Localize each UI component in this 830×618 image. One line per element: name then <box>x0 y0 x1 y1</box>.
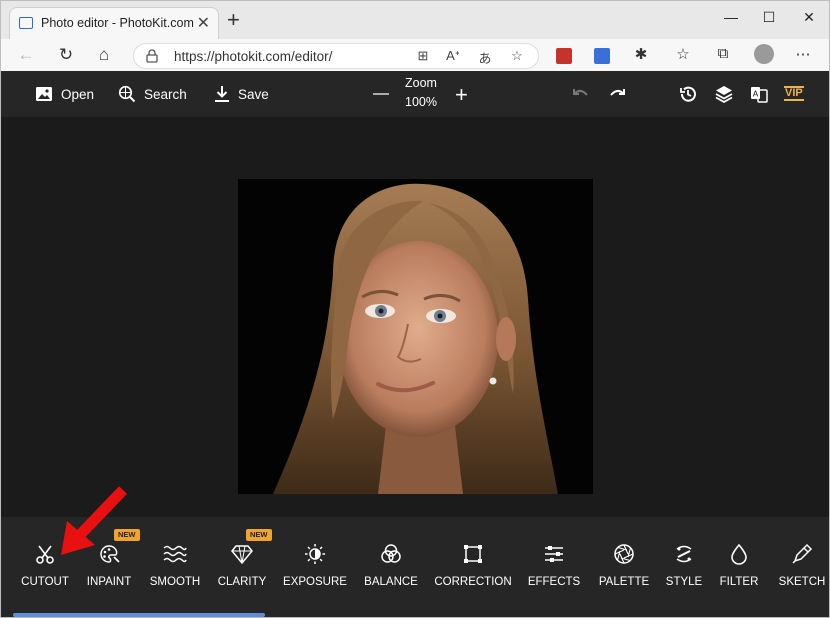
minimize-button[interactable]: — <box>721 9 741 25</box>
download-icon <box>215 86 229 102</box>
tool-label: PALETTE <box>598 576 650 588</box>
collections-icon[interactable]: ⧉ <box>713 45 733 62</box>
tool-label: BALANCE <box>364 576 418 588</box>
editor-canvas <box>1 117 829 517</box>
open-button[interactable]: Open <box>35 71 94 117</box>
zoom-value: 100% <box>405 95 437 109</box>
crop-frame-icon <box>460 541 486 567</box>
browser-tab[interactable]: Photo editor - PhotoKit.com ✕ <box>9 7 219 39</box>
zoom-label: Zoom <box>405 76 437 90</box>
tool-cutout[interactable]: CUTOUT <box>21 541 69 593</box>
tool-label: CORRECTION <box>434 576 512 588</box>
tool-sketch[interactable]: SKETCH <box>777 541 827 593</box>
tool-label: EXPOSURE <box>283 576 347 588</box>
portrait-image <box>238 179 593 494</box>
favicon-icon <box>19 17 33 29</box>
tool-label: SMOOTH <box>149 576 201 588</box>
search-button[interactable]: Search <box>118 71 187 117</box>
favorites-icon[interactable]: ☆ <box>673 45 693 63</box>
refresh-icon[interactable]: ↻ <box>55 44 77 66</box>
portrait-photo[interactable] <box>238 179 593 494</box>
zoom-control: Zoom 100% + <box>373 76 493 112</box>
drop-icon <box>726 541 752 567</box>
tool-style[interactable]: STYLE <box>665 541 703 593</box>
navigation-bar: ← ↻ ⌂ https://photokit.com/editor/ ⊞ Aᐩ … <box>1 39 829 71</box>
extension-red-icon[interactable] <box>556 48 572 64</box>
history-icon[interactable] <box>678 84 698 104</box>
aperture-icon <box>611 541 637 567</box>
back-arrow-icon[interactable]: ← <box>15 44 37 66</box>
circles-icon <box>378 541 404 567</box>
address-bar[interactable]: https://photokit.com/editor/ ⊞ Aᐩ あ ☆ <box>133 43 539 69</box>
new-tab-button[interactable]: + <box>227 9 240 31</box>
open-label: Open <box>61 86 95 102</box>
search-globe-icon <box>118 85 136 103</box>
add-favorite-icon[interactable]: ☆ <box>508 48 526 64</box>
scissors-icon <box>32 541 58 567</box>
read-aloud-icon[interactable]: Aᐩ <box>444 48 462 64</box>
vip-badge[interactable]: VIP <box>784 86 804 101</box>
save-label: Save <box>238 86 269 102</box>
tool-effects[interactable]: EFFECTS <box>528 541 580 593</box>
new-badge: NEW <box>114 529 140 541</box>
tool-label: INPAINT <box>86 576 132 588</box>
tool-label: CLARITY <box>217 576 267 588</box>
tool-smooth[interactable]: SMOOTH <box>150 541 200 593</box>
tool-filter[interactable]: FILTER <box>719 541 759 593</box>
layers-icon[interactable] <box>714 84 734 104</box>
zoom-out-button[interactable] <box>373 93 389 95</box>
language-icon[interactable]: A <box>749 84 769 104</box>
tab-close-icon[interactable]: ✕ <box>197 13 210 33</box>
maximize-button[interactable]: ☐ <box>759 9 779 26</box>
style-icon <box>671 541 697 567</box>
diamond-icon <box>229 541 255 567</box>
waves-icon <box>162 541 188 567</box>
pen-icon <box>789 541 815 567</box>
profile-avatar[interactable] <box>754 44 774 64</box>
tool-bar: NEW NEW CUTOUT INPAINT SMOOTH CLARITY EX… <box>1 517 829 617</box>
tool-exposure[interactable]: EXPOSURE <box>283 541 347 593</box>
app-available-icon[interactable]: ⊞ <box>414 48 432 64</box>
sliders-icon <box>541 541 567 567</box>
save-button[interactable]: Save <box>214 71 269 117</box>
tab-strip: Photo editor - PhotoKit.com ✕ + — ☐ ✕ <box>1 1 829 39</box>
svg-text:A: A <box>753 90 759 99</box>
extensions-puzzle-icon[interactable]: ✱ <box>631 45 651 63</box>
tool-label: EFFECTS <box>527 576 581 588</box>
tool-label: SKETCH <box>778 576 826 588</box>
new-badge: NEW <box>246 529 272 541</box>
browser-window: Photo editor - PhotoKit.com ✕ + — ☐ ✕ ← … <box>0 0 830 618</box>
tool-palette[interactable]: PALETTE <box>598 541 650 593</box>
palette-brush-icon <box>96 541 122 567</box>
tool-bar-scrollbar[interactable] <box>13 613 265 617</box>
editor-header: Open Search Save Zoom 100% + A VIP <box>1 71 829 117</box>
zoom-in-button[interactable]: + <box>455 84 468 106</box>
undo-icon[interactable] <box>571 84 591 104</box>
sun-half-icon <box>302 541 328 567</box>
tool-label: STYLE <box>665 576 703 588</box>
tool-label: FILTER <box>719 576 759 588</box>
image-icon <box>36 87 52 101</box>
home-icon[interactable]: ⌂ <box>93 44 115 66</box>
tool-balance[interactable]: BALANCE <box>364 541 418 593</box>
redo-icon[interactable] <box>607 84 627 104</box>
close-window-button[interactable]: ✕ <box>799 9 819 26</box>
tool-correction[interactable]: CORRECTION <box>434 541 512 593</box>
search-label: Search <box>144 86 187 102</box>
lock-icon <box>146 49 158 63</box>
tool-label: CUTOUT <box>21 576 69 588</box>
more-menu-icon[interactable]: ⋯ <box>793 45 813 63</box>
tool-clarity[interactable]: CLARITY <box>218 541 266 593</box>
translate-extension-icon[interactable] <box>594 48 610 64</box>
url-text: https://photokit.com/editor/ <box>174 49 333 64</box>
translate-icon[interactable]: あ <box>476 48 494 67</box>
tab-title: Photo editor - PhotoKit.com <box>41 16 194 30</box>
tool-inpaint[interactable]: INPAINT <box>87 541 131 593</box>
